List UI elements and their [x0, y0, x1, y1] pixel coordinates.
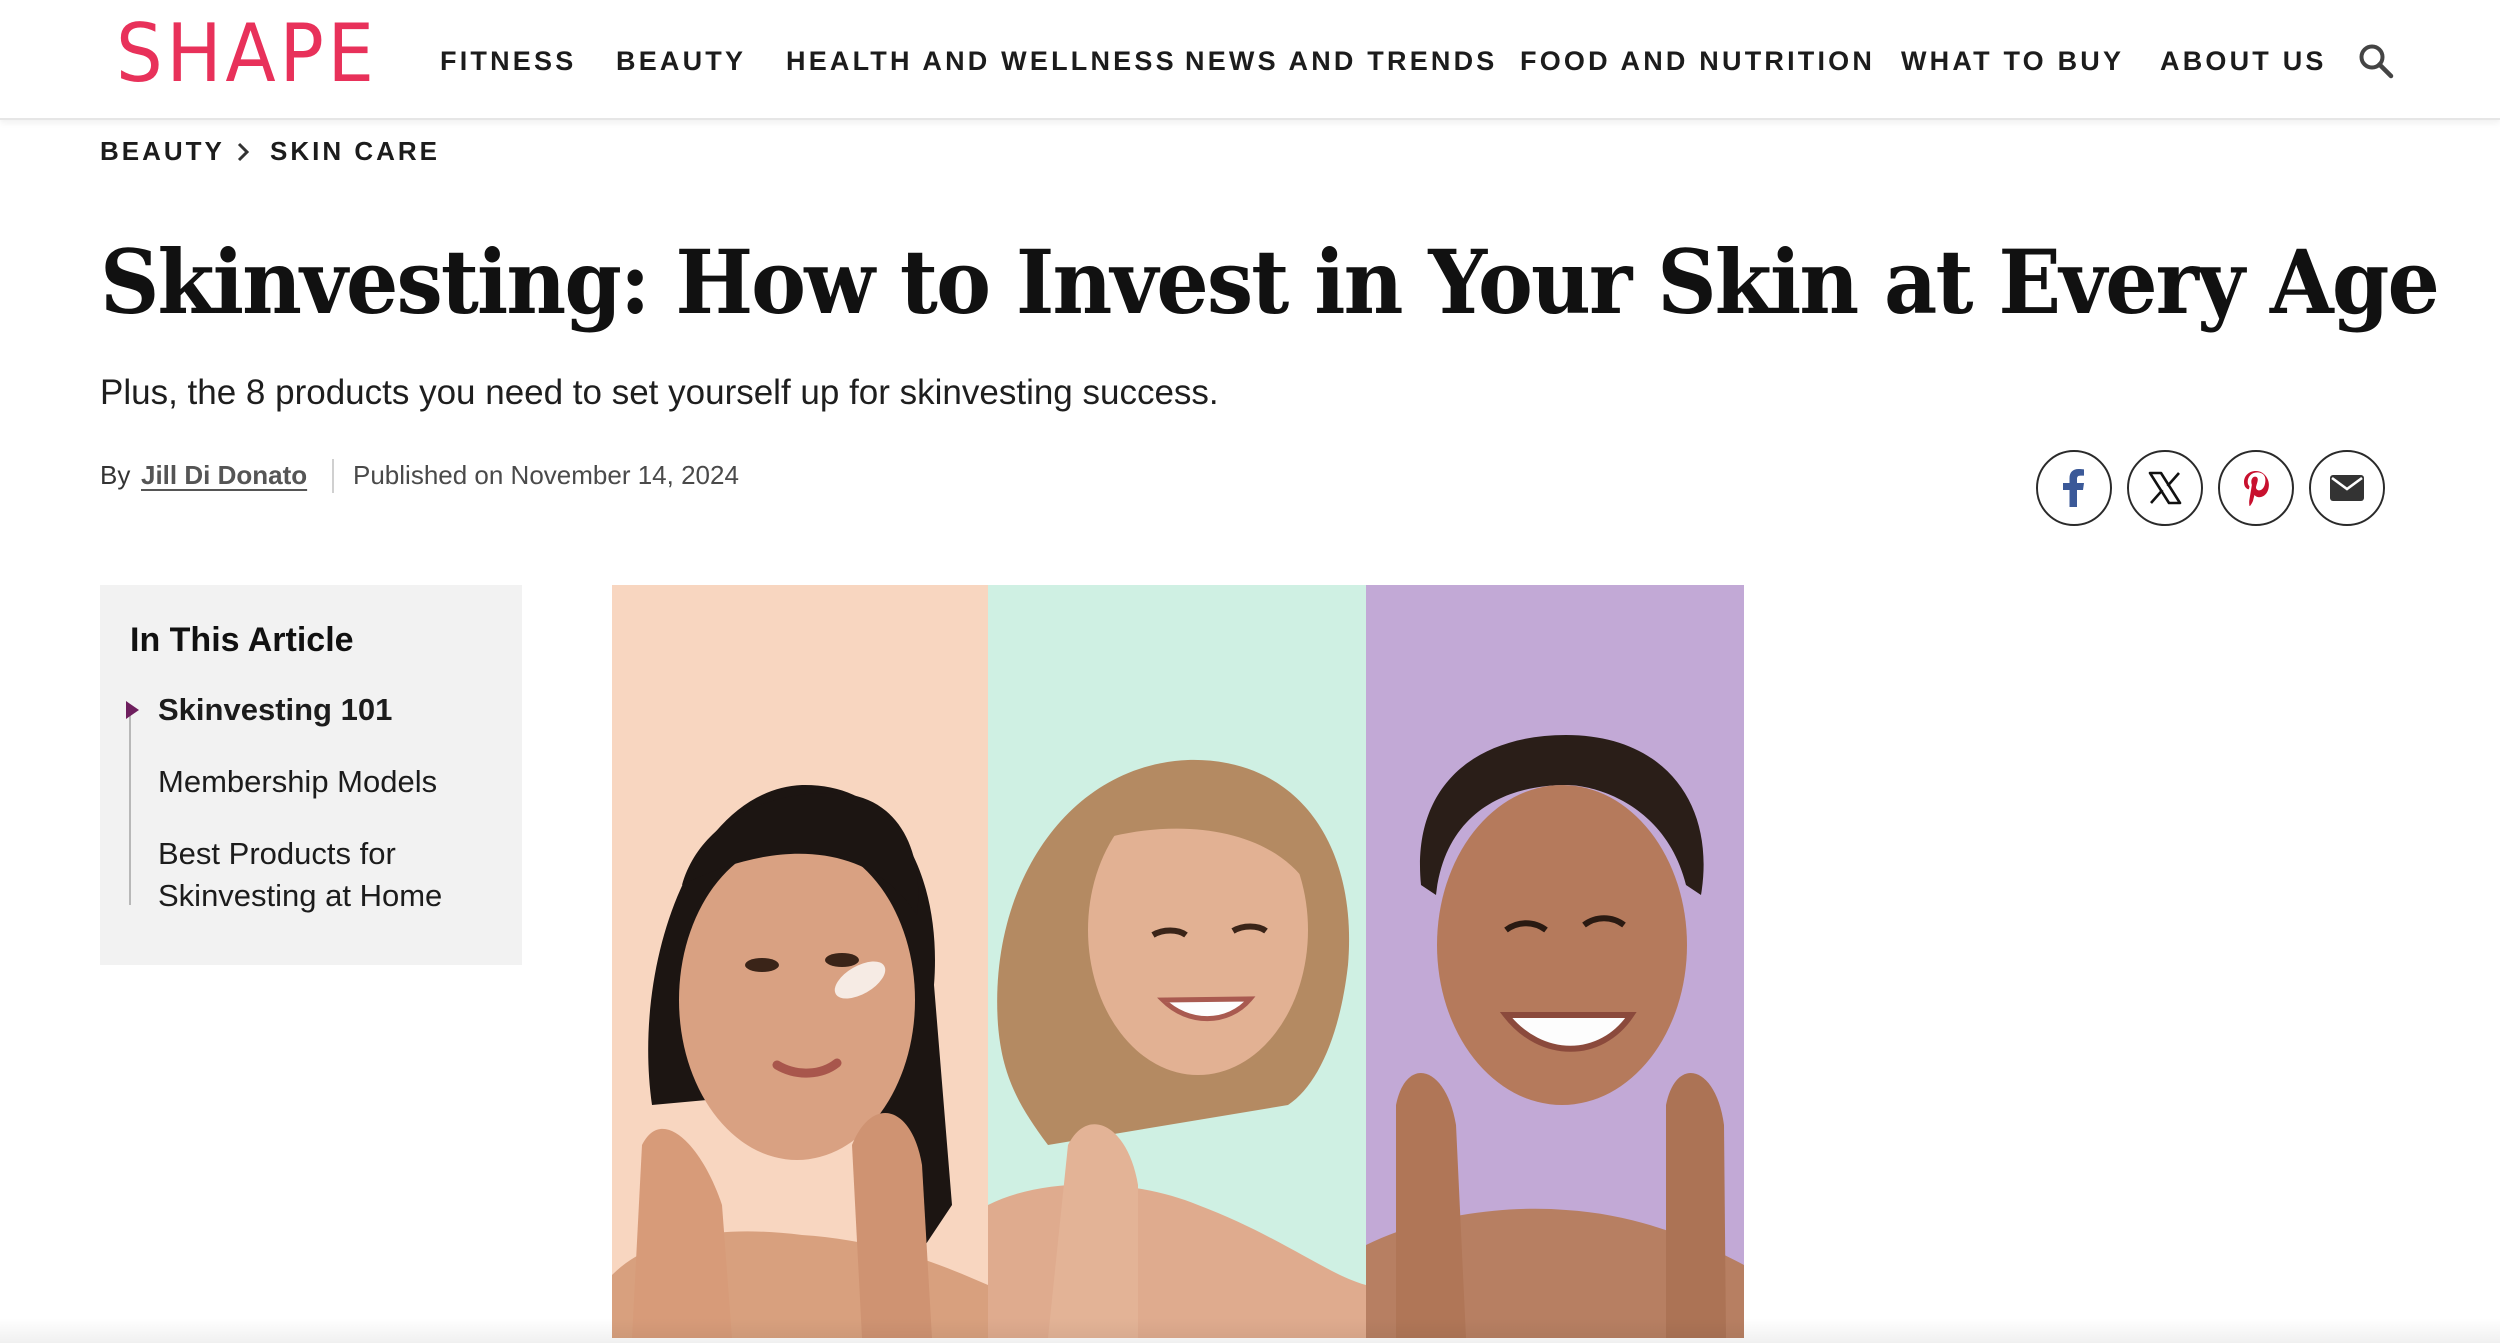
woman-portrait-2 — [988, 585, 1366, 1338]
woman-portrait-1 — [612, 585, 988, 1338]
share-x-button[interactable] — [2127, 450, 2203, 526]
toc-item-skinvesting-101[interactable]: Skinvesting 101 — [158, 689, 392, 731]
toc-line — [129, 710, 131, 905]
main-nav: FITNESS BEAUTY HEALTH AND WELLNESS NEWS … — [0, 0, 2500, 120]
toc-item-best-products[interactable]: Best Products for Skinvesting at Home — [158, 833, 442, 917]
search-icon[interactable] — [2356, 41, 2396, 81]
byline-by-label: By — [100, 460, 131, 490]
toc-item-best-products-line1: Best Products for — [158, 836, 396, 871]
x-icon — [2148, 471, 2182, 505]
site-header: SHAPE FITNESS BEAUTY HEALTH AND WELLNESS… — [0, 0, 2500, 120]
nav-item-beauty[interactable]: BEAUTY — [616, 46, 746, 77]
article-subtitle: Plus, the 8 products you need to set you… — [100, 373, 1219, 412]
share-facebook-button[interactable] — [2036, 450, 2112, 526]
toc-active-marker-icon — [126, 701, 139, 719]
byline-divider — [332, 459, 334, 493]
breadcrumb-item-beauty[interactable]: BEAUTY — [100, 136, 225, 167]
published-date: Published on November 14, 2024 — [353, 460, 739, 490]
hero-image — [612, 585, 1744, 1338]
woman-portrait-3 — [1366, 585, 1744, 1338]
nav-item-food-and-nutrition[interactable]: FOOD AND NUTRITION — [1520, 46, 1875, 77]
hero-panel-1 — [612, 585, 988, 1338]
share-email-button[interactable] — [2309, 450, 2385, 526]
article-title: Skinvesting: How to Invest in Your Skin … — [100, 230, 2440, 334]
toc-item-best-products-line2: Skinvesting at Home — [158, 878, 443, 913]
chevron-right-icon — [237, 142, 250, 162]
toc-title: In This Article — [130, 621, 354, 659]
nav-item-news-and-trends[interactable]: NEWS AND TRENDS — [1185, 46, 1498, 77]
hero-panel-3 — [1366, 585, 1744, 1338]
author-link[interactable]: Jill Di Donato — [141, 460, 307, 491]
pinterest-icon — [2244, 471, 2269, 506]
email-icon — [2330, 475, 2364, 501]
share-pinterest-button[interactable] — [2218, 450, 2294, 526]
nav-item-health-and-wellness[interactable]: HEALTH AND WELLNESS — [786, 46, 1177, 77]
nav-item-about-us[interactable]: ABOUT US — [2160, 46, 2327, 77]
breadcrumb-item-skin-care[interactable]: SKIN CARE — [270, 136, 440, 167]
nav-item-what-to-buy[interactable]: WHAT TO BUY — [1901, 46, 2124, 77]
facebook-icon — [2063, 469, 2084, 507]
nav-item-fitness[interactable]: FITNESS — [440, 46, 576, 77]
bottom-shade — [0, 1318, 2500, 1343]
hero-panel-2 — [988, 585, 1366, 1338]
table-of-contents: In This Article Skinvesting 101 Membersh… — [100, 585, 522, 965]
toc-item-membership-models[interactable]: Membership Models — [158, 761, 437, 803]
